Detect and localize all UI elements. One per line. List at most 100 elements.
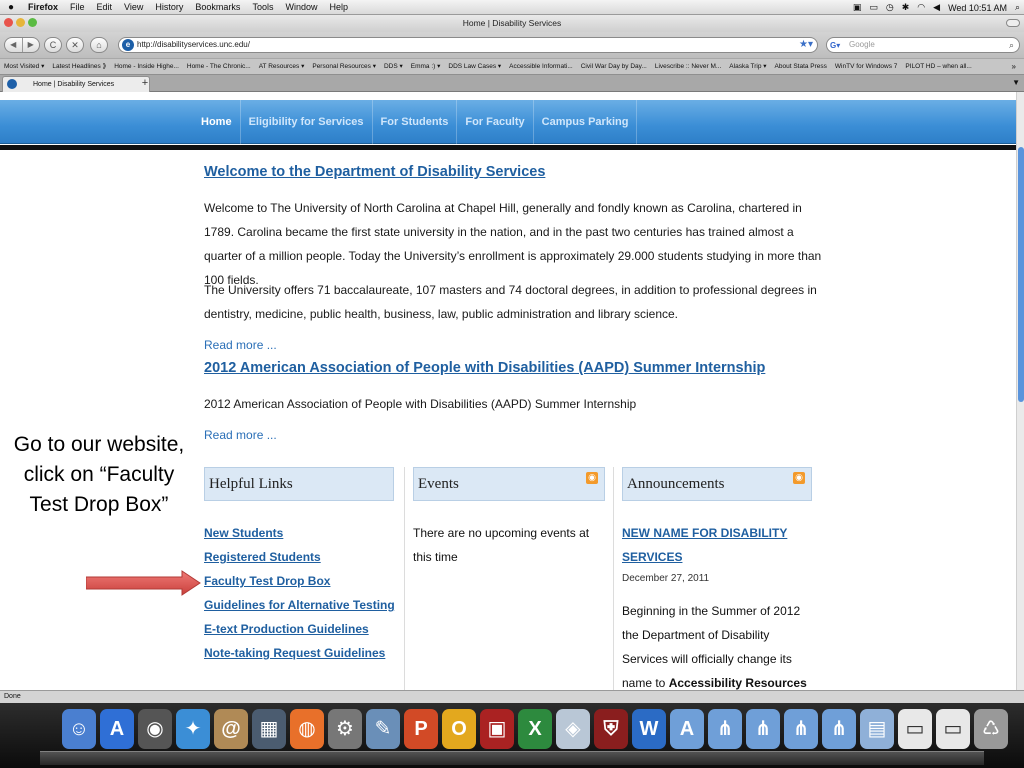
link-etext-production[interactable]: E-text Production Guidelines — [204, 617, 395, 641]
read-more-link-welcome[interactable]: Read more ... — [204, 338, 277, 352]
bookmark-star-icon[interactable]: ★▾ — [799, 38, 813, 52]
tab-home[interactable]: Home | Disability Services — [2, 76, 150, 92]
shared-folder-icon[interactable]: ⋔ — [822, 709, 856, 749]
new-tab-button[interactable]: + — [137, 77, 153, 91]
welcome-heading-link[interactable]: Welcome to the Department of Disability … — [204, 164, 545, 180]
bookmark-item[interactable]: PILOT HD – when all... — [901, 59, 975, 74]
close-window-icon[interactable] — [4, 18, 13, 27]
nav-for-students[interactable]: For Students — [373, 100, 458, 144]
minimize-window-icon[interactable] — [16, 18, 25, 27]
dropbox-icon[interactable]: ▣ — [849, 2, 866, 13]
tab-label: Home | Disability Services — [33, 81, 115, 88]
excel-icon[interactable]: X — [518, 709, 552, 749]
menu-window[interactable]: Window — [279, 2, 323, 12]
bookmark-item[interactable]: Alaska Trip ▾ — [725, 59, 770, 74]
powerpoint-icon[interactable]: P — [404, 709, 438, 749]
shared-folder-icon[interactable]: ⋔ — [784, 709, 818, 749]
spaces-icon[interactable]: ▦ — [252, 709, 286, 749]
toolbar-toggle-icon[interactable] — [1006, 19, 1020, 27]
applications-folder-icon[interactable]: A — [670, 709, 704, 749]
menu-file[interactable]: File — [64, 2, 91, 12]
reload-button[interactable]: C — [44, 37, 62, 53]
stop-button[interactable]: ✕ — [66, 37, 84, 53]
security-shield-icon[interactable]: ⛨ — [594, 709, 628, 749]
scrollbar-thumb[interactable] — [1018, 147, 1024, 402]
bookmark-item[interactable]: AT Resources ▾ — [255, 59, 309, 74]
photo-booth-icon[interactable]: ▣ — [480, 709, 514, 749]
shared-folder-icon[interactable]: ⋔ — [746, 709, 780, 749]
menu-edit[interactable]: Edit — [91, 2, 119, 12]
nav-home[interactable]: Home — [193, 100, 241, 144]
address-bar[interactable]: e http://disabilityservices.unc.edu/ ★▾ — [118, 37, 818, 53]
address-text[interactable]: http://disabilityservices.unc.edu/ — [137, 40, 250, 49]
bookmark-item[interactable]: DDS Law Cases ▾ — [444, 59, 505, 74]
dashboard-icon[interactable]: ◉ — [138, 709, 172, 749]
rss-feed-icon[interactable]: ◉ — [793, 472, 805, 484]
bookmark-item[interactable]: About Stata Press — [771, 59, 831, 74]
nav-campus-parking[interactable]: Campus Parking — [534, 100, 638, 144]
bookmark-item[interactable]: Personal Resources ▾ — [308, 59, 380, 74]
menu-app-firefox[interactable]: Firefox — [22, 2, 64, 12]
bookmark-item[interactable]: WinTV for Windows 7 — [831, 59, 902, 74]
home-button[interactable]: ⌂ — [90, 37, 108, 53]
bookmarks-overflow-button[interactable]: » — [1008, 59, 1020, 74]
contacts-icon[interactable]: @ — [214, 709, 248, 749]
menu-help[interactable]: Help — [323, 2, 354, 12]
link-faculty-test-drop-box[interactable]: Faculty Test Drop Box — [204, 569, 395, 593]
apple-menu-icon[interactable]: ● — [0, 2, 22, 13]
word-icon[interactable]: W — [632, 709, 666, 749]
site-identity-icon[interactable]: e — [122, 39, 134, 51]
app-store-icon[interactable]: A — [100, 709, 134, 749]
announcement-title-link[interactable]: NEW NAME FOR DISABILITY SERVICES — [622, 521, 812, 569]
wifi-icon[interactable]: ◠ — [913, 2, 929, 13]
bookmark-item[interactable]: Home - The Chronic... — [183, 59, 255, 74]
tab-list-icon[interactable]: ▼ — [1012, 78, 1020, 87]
search-input[interactable]: G▾ Google ⌕ — [826, 37, 1020, 53]
system-preferences-icon[interactable]: ⚙ — [328, 709, 362, 749]
minimized-window-icon[interactable]: ▭ — [936, 709, 970, 749]
link-alternative-testing[interactable]: Guidelines for Alternative Testing — [204, 593, 395, 617]
menu-bookmarks[interactable]: Bookmarks — [189, 2, 246, 12]
menu-clock[interactable]: Wed 10:51 AM — [944, 3, 1011, 13]
menu-view[interactable]: View — [118, 2, 149, 12]
forward-button[interactable]: ▶ — [23, 38, 40, 52]
nav-for-faculty[interactable]: For Faculty — [457, 100, 534, 144]
documents-folder-icon[interactable]: ▤ — [860, 709, 894, 749]
network-icon[interactable]: ◈ — [556, 709, 590, 749]
nav-eligibility[interactable]: Eligibility for Services — [241, 100, 373, 144]
bookmark-item[interactable]: Accessible Informati... — [505, 59, 577, 74]
bookmark-item[interactable]: Livescribe :: Never M... — [651, 59, 725, 74]
bookmark-item[interactable]: Latest Headlines ⟫ — [48, 59, 110, 74]
spotlight-icon[interactable]: ⌕ — [1011, 2, 1024, 13]
bluetooth-icon[interactable]: ✱ — [898, 2, 914, 13]
display-icon[interactable]: ▭ — [865, 2, 882, 13]
minimized-window-icon[interactable]: ▭ — [898, 709, 932, 749]
finder-icon[interactable]: ☺ — [62, 709, 96, 749]
rss-feed-icon[interactable]: ◉ — [586, 472, 598, 484]
search-icon[interactable]: ⌕ — [1009, 38, 1014, 52]
trash-icon[interactable]: ♺ — [974, 709, 1008, 749]
link-note-taking[interactable]: Note-taking Request Guidelines — [204, 641, 395, 665]
firefox-icon[interactable]: ◍ — [290, 709, 324, 749]
bookmark-item[interactable]: DDS ▾ — [380, 59, 407, 74]
link-new-students[interactable]: New Students — [204, 521, 395, 545]
read-more-link-aapd[interactable]: Read more ... — [204, 428, 277, 442]
bookmark-item[interactable]: Emma :) ▾ — [407, 59, 445, 74]
bookmark-item[interactable]: Home - Inside Highe... — [110, 59, 183, 74]
safari-icon[interactable]: ✦ — [176, 709, 210, 749]
time-machine-icon[interactable]: ◷ — [882, 2, 898, 13]
shared-folder-icon[interactable]: ⋔ — [708, 709, 742, 749]
bookmark-item[interactable]: Civil War Day by Day... — [577, 59, 651, 74]
bookmark-item[interactable]: Most Visited ▾ — [0, 59, 48, 74]
menu-history[interactable]: History — [149, 2, 189, 12]
google-engine-icon[interactable]: G▾ — [830, 39, 840, 53]
link-registered-students[interactable]: Registered Students — [204, 545, 395, 569]
zoom-window-icon[interactable] — [28, 18, 37, 27]
back-button[interactable]: ◀ — [5, 38, 23, 52]
page-scrollbar[interactable] — [1016, 92, 1024, 690]
outlook-icon[interactable]: O — [442, 709, 476, 749]
aapd-heading-link[interactable]: 2012 American Association of People with… — [204, 360, 765, 376]
xcode-icon[interactable]: ✎ — [366, 709, 400, 749]
menu-tools[interactable]: Tools — [246, 2, 279, 12]
volume-icon[interactable]: ◀ — [929, 2, 944, 13]
